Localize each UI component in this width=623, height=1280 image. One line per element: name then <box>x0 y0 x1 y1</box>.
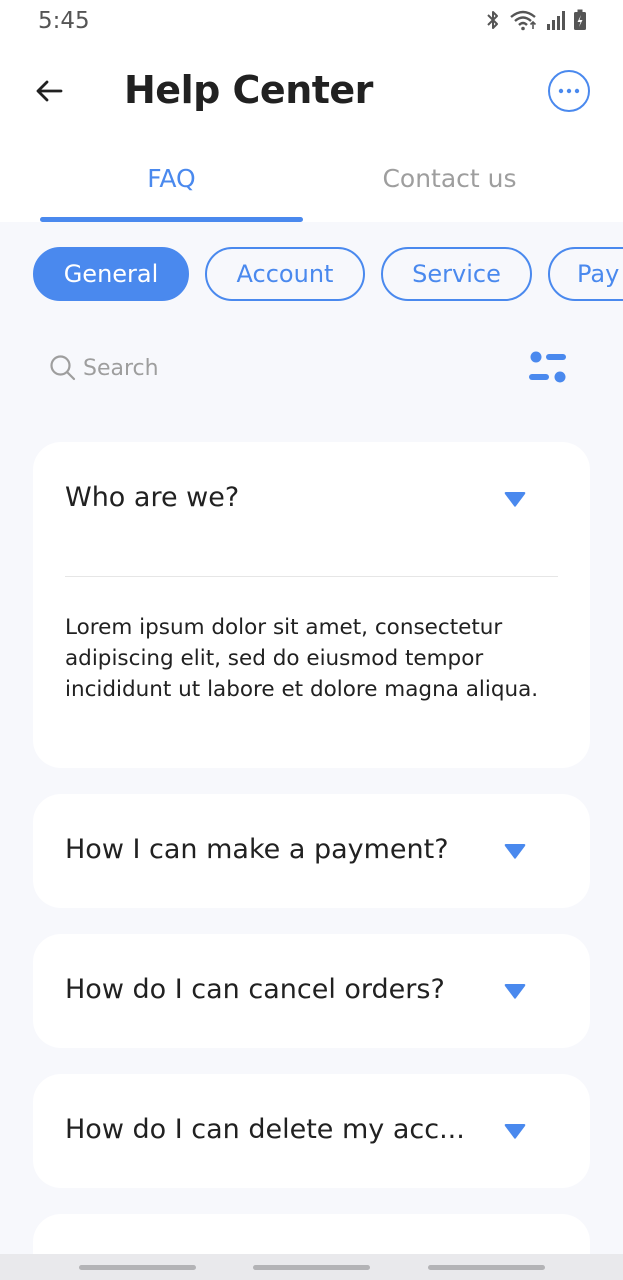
search-bar <box>33 336 590 400</box>
nav-home-handle[interactable] <box>253 1265 370 1270</box>
bluetooth-icon <box>487 11 498 29</box>
nav-back-handle[interactable] <box>428 1265 545 1270</box>
faq-question-row[interactable]: How I can make a payment? <box>33 794 590 908</box>
battery-icon <box>574 9 586 30</box>
faq-question-row[interactable]: Who are we? <box>33 442 590 556</box>
page-title: Help Center <box>124 68 373 112</box>
chip-account[interactable]: Account <box>205 247 365 301</box>
faq-question-row[interactable]: How do I can cancel orders? <box>33 934 590 1048</box>
nav-recents-handle[interactable] <box>79 1265 196 1270</box>
system-nav-bar <box>0 1254 623 1280</box>
faq-question: Who are we? <box>65 482 240 513</box>
caret-down-icon <box>504 492 526 507</box>
more-icon <box>558 88 580 94</box>
signal-icon <box>547 11 565 30</box>
wifi-icon <box>510 10 537 31</box>
back-arrow-icon <box>36 80 63 102</box>
status-bar: 5:45 <box>0 0 623 44</box>
more-options-button[interactable] <box>548 70 590 112</box>
search-input[interactable] <box>83 350 503 386</box>
status-icons <box>484 9 587 31</box>
search-icon <box>50 355 76 381</box>
faq-answer: Lorem ipsum dolor sit amet, consectetur … <box>65 615 539 702</box>
caret-down-icon <box>504 844 526 859</box>
tab-contact-us-label: Contact us <box>382 164 517 193</box>
chip-payment[interactable]: Pay <box>548 247 623 301</box>
active-tab-indicator <box>40 217 303 222</box>
faq-question: How do I can cancel orders? <box>65 974 445 1005</box>
status-time: 5:45 <box>38 8 90 34</box>
faq-item: How I can make a payment? <box>33 794 590 908</box>
tab-faq-label: FAQ <box>147 164 196 193</box>
chip-general[interactable]: General <box>33 247 189 301</box>
category-chips: General Account Service Pay <box>0 247 623 303</box>
faq-divider <box>65 576 558 577</box>
tab-faq[interactable]: FAQ <box>40 150 303 222</box>
caret-down-icon <box>504 984 526 999</box>
faq-question: How do I can delete my acc... <box>65 1114 465 1145</box>
header: Help Center <box>0 60 623 122</box>
filter-icon[interactable] <box>527 350 571 386</box>
chip-service[interactable]: Service <box>381 247 532 301</box>
caret-down-icon <box>504 1124 526 1139</box>
tab-bar: FAQ Contact us <box>0 150 623 222</box>
faq-question: How I can make a payment? <box>65 834 449 865</box>
faq-item: Who are we? Lorem ipsum dolor sit amet, … <box>33 442 590 768</box>
faq-question-row[interactable]: How do I can delete my acc... <box>33 1074 590 1188</box>
back-button[interactable] <box>30 72 68 110</box>
faq-item: How do I can cancel orders? <box>33 934 590 1048</box>
tab-contact-us[interactable]: Contact us <box>318 150 581 222</box>
faq-item: How do I can delete my acc... <box>33 1074 590 1188</box>
